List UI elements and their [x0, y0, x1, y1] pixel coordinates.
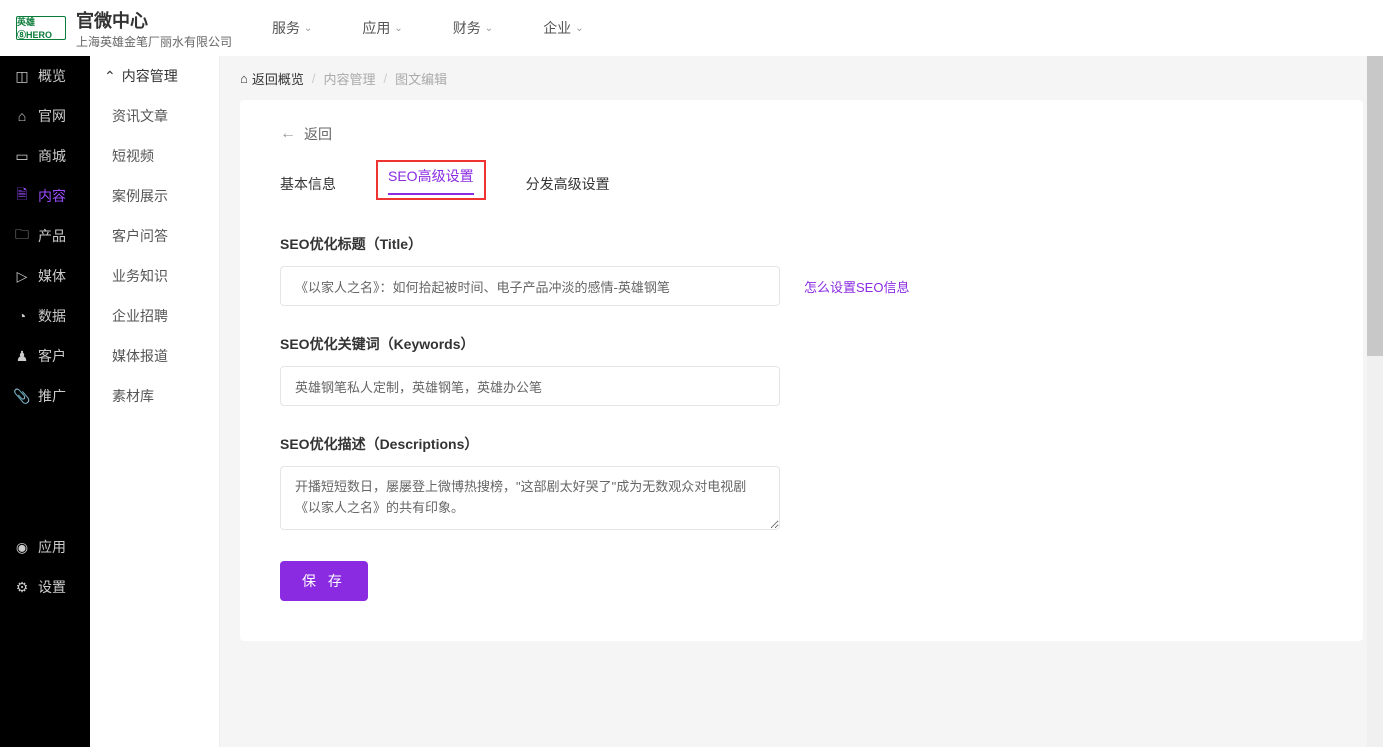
header: 英雄⑧HERO 官微中心 上海英雄金笔厂丽水有限公司 服务⌄ 应用⌄ 财务⌄ 企… — [0, 0, 1383, 56]
tabs: 基本信息 SEO高级设置 分发高级设置 — [280, 164, 1323, 204]
sidebar-item-site[interactable]: ⌂官网 — [0, 96, 90, 136]
sidebar-item-apps[interactable]: ◉应用 — [0, 527, 90, 567]
breadcrumb-item[interactable]: 内容管理 — [324, 69, 376, 88]
chevron-down-icon: ⌄ — [394, 23, 402, 34]
sidebar-item-content[interactable]: 🗎内容 — [0, 176, 90, 216]
sidebar-item-settings[interactable]: ⚙设置 — [0, 567, 90, 607]
scrollbar-thumb[interactable] — [1367, 56, 1383, 356]
sidebar-item-media[interactable]: ▷媒体 — [0, 256, 90, 296]
sidebar-item-customer[interactable]: ♟客户 — [0, 336, 90, 376]
subnav-qa[interactable]: 客户问答 — [90, 216, 219, 256]
tab-seo[interactable]: SEO高级设置 — [376, 160, 486, 200]
back-link[interactable]: ← 返回 — [280, 124, 1323, 144]
person-icon: ♟ — [14, 348, 30, 364]
top-nav-app[interactable]: 应用⌄ — [362, 18, 402, 38]
apps-icon: ◉ — [14, 539, 30, 555]
app-title: 官微中心 — [76, 7, 232, 33]
logo-icon: 英雄⑧HERO — [16, 16, 66, 40]
field-label: SEO优化描述（Descriptions） — [280, 434, 1323, 454]
top-nav: 服务⌄ 应用⌄ 财务⌄ 企业⌄ — [272, 18, 584, 38]
seo-desc-field: SEO优化描述（Descriptions） — [280, 434, 1323, 533]
seo-keywords-input[interactable] — [280, 366, 780, 406]
app-subtitle: 上海英雄金笔厂丽水有限公司 — [76, 33, 232, 50]
breadcrumb-sep: / — [312, 71, 316, 86]
logo-text: 官微中心 上海英雄金笔厂丽水有限公司 — [76, 7, 232, 50]
breadcrumb-item: 图文编辑 — [395, 69, 447, 88]
breadcrumb: ⌂返回概览 / 内容管理 / 图文编辑 — [220, 56, 1383, 100]
scrollbar[interactable] — [1367, 56, 1383, 747]
breadcrumb-home[interactable]: ⌂返回概览 — [240, 69, 304, 88]
subnav-cases[interactable]: 案例展示 — [90, 176, 219, 216]
sidebar-item-product[interactable]: 🗀产品 — [0, 216, 90, 256]
field-label: SEO优化标题（Title） — [280, 234, 1323, 254]
doc-icon: 🗎 — [14, 188, 30, 204]
save-button[interactable]: 保 存 — [280, 561, 368, 601]
seo-title-field: SEO优化标题（Title） 怎么设置SEO信息 — [280, 234, 1323, 306]
sidebar-item-overview[interactable]: ◫概览 — [0, 56, 90, 96]
home-icon: ⌂ — [14, 108, 30, 124]
sidebar-item-shop[interactable]: ▭商城 — [0, 136, 90, 176]
grid-icon: ◫ — [14, 68, 30, 84]
subnav-knowledge[interactable]: 业务知识 — [90, 256, 219, 296]
logo-area: 英雄⑧HERO 官微中心 上海英雄金笔厂丽水有限公司 — [16, 7, 232, 50]
field-label: SEO优化关键词（Keywords） — [280, 334, 1323, 354]
subnav-recruit[interactable]: 企业招聘 — [90, 296, 219, 336]
home-icon: ⌂ — [240, 71, 248, 86]
seo-info-help-link[interactable]: 怎么设置SEO信息 — [804, 277, 909, 296]
top-nav-service[interactable]: 服务⌄ — [272, 18, 312, 38]
subnav-news[interactable]: 资讯文章 — [90, 96, 219, 136]
sidebar-sub: ⌃内容管理 资讯文章 短视频 案例展示 客户问答 业务知识 企业招聘 媒体报道 … — [90, 56, 220, 747]
subnav-media[interactable]: 媒体报道 — [90, 336, 219, 376]
clock-icon: ◔ — [14, 308, 30, 324]
seo-desc-textarea[interactable] — [280, 466, 780, 530]
arrow-left-icon: ← — [280, 125, 296, 143]
main: ⌂返回概览 / 内容管理 / 图文编辑 ← 返回 基本信息 SEO高级设置 分发… — [220, 56, 1383, 747]
subnav-assets[interactable]: 素材库 — [90, 376, 219, 416]
top-nav-finance[interactable]: 财务⌄ — [453, 18, 493, 38]
subnav-shortvideo[interactable]: 短视频 — [90, 136, 219, 176]
top-nav-enterprise[interactable]: 企业⌄ — [543, 18, 583, 38]
tab-basic[interactable]: 基本信息 — [280, 164, 336, 204]
chevron-down-icon: ⌄ — [304, 23, 312, 34]
seo-title-input[interactable] — [280, 266, 780, 306]
clip-icon: 📎 — [14, 388, 30, 404]
bag-icon: 🗀 — [14, 228, 30, 244]
seo-keywords-field: SEO优化关键词（Keywords） — [280, 334, 1323, 406]
chevron-down-icon: ⌄ — [575, 23, 583, 34]
video-icon: ▷ — [14, 268, 30, 284]
chevron-up-icon: ⌃ — [104, 68, 116, 85]
sidebar-item-promotion[interactable]: 📎推广 — [0, 376, 90, 416]
sidebar-sub-head[interactable]: ⌃内容管理 — [90, 56, 219, 96]
tab-distribute[interactable]: 分发高级设置 — [526, 164, 610, 204]
sidebar-left: ◫概览 ⌂官网 ▭商城 🗎内容 🗀产品 ▷媒体 ◔数据 ♟客户 📎推广 ◉应用 … — [0, 56, 90, 747]
shop-icon: ▭ — [14, 148, 30, 164]
gear-icon: ⚙ — [14, 579, 30, 595]
card: ← 返回 基本信息 SEO高级设置 分发高级设置 SEO优化标题（Title） … — [240, 100, 1363, 641]
sidebar-item-data[interactable]: ◔数据 — [0, 296, 90, 336]
breadcrumb-sep: / — [384, 71, 388, 86]
chevron-down-icon: ⌄ — [485, 23, 493, 34]
